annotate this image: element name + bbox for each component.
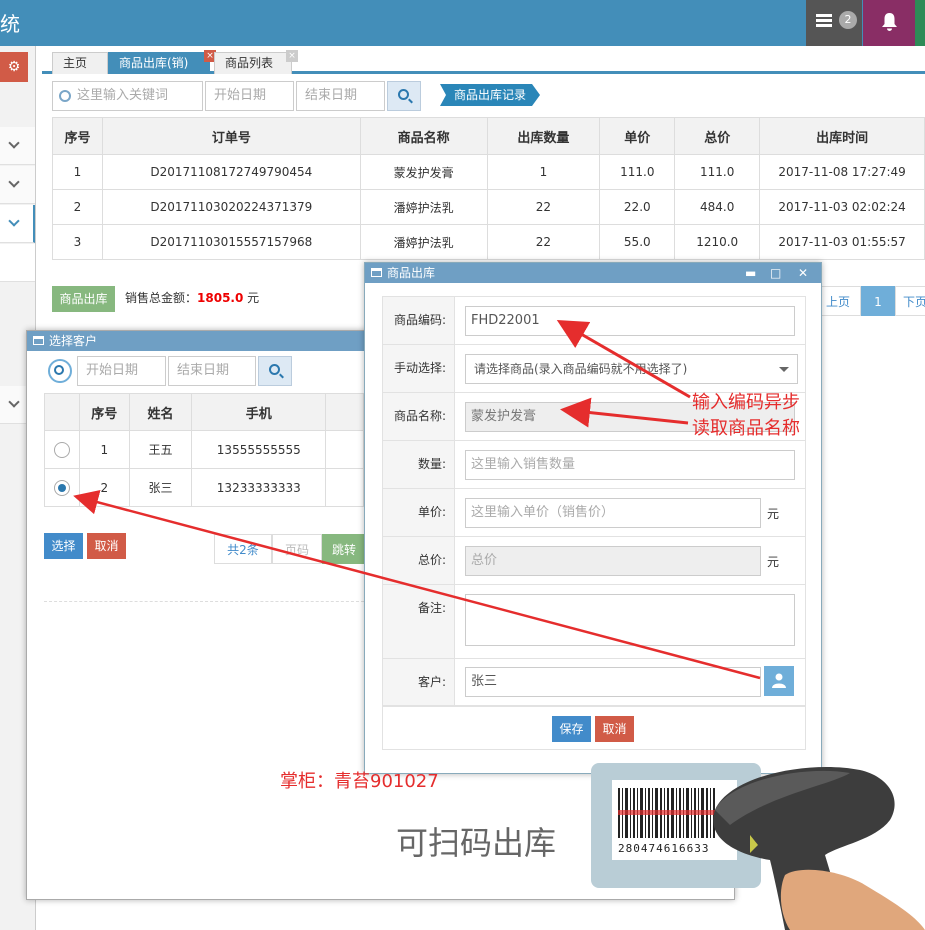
scan-promo-text: 可扫码出库 bbox=[396, 824, 557, 862]
arrow-to-name bbox=[560, 397, 689, 428]
annotation-note-1: 输入编码异步 bbox=[692, 392, 800, 413]
arrow-to-code bbox=[556, 319, 691, 399]
shopkeeper-text: 掌柜：青苔901027 bbox=[280, 771, 439, 792]
arrow-to-customer bbox=[73, 490, 761, 680]
barcode-scanner-image bbox=[713, 766, 925, 930]
annotation-note-2: 读取商品名称 bbox=[692, 418, 800, 439]
